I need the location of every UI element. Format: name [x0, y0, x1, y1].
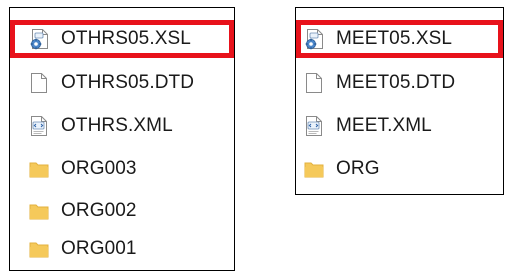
- folder-item-org[interactable]: ORG: [296, 150, 503, 188]
- xsl-file-icon: [304, 27, 324, 51]
- file-item-othrs05-dtd[interactable]: OTHRS05.DTD: [10, 64, 234, 102]
- xml-file-icon: [29, 114, 49, 138]
- file-item-label: OTHRS.XML: [61, 115, 173, 136]
- folder-item-org003[interactable]: ORG003: [10, 150, 234, 188]
- left-file-list: OTHRS05.XSL OTHRS05.DTD OTHRS.XML ORG003…: [9, 7, 235, 271]
- folder-item-label: ORG002: [61, 200, 137, 221]
- file-item-label: OTHRS05.DTD: [61, 72, 195, 93]
- file-item-label: MEET.XML: [336, 115, 432, 136]
- folder-icon: [29, 237, 49, 261]
- blank-file-icon: [29, 71, 49, 95]
- folder-icon: [29, 157, 49, 181]
- file-item-meet05-xsl[interactable]: MEET05.XSL: [296, 20, 503, 58]
- file-item-othrs05-xsl[interactable]: OTHRS05.XSL: [10, 20, 234, 58]
- file-item-othrs-xml[interactable]: OTHRS.XML: [10, 107, 234, 145]
- folder-icon: [304, 157, 324, 181]
- blank-file-icon: [304, 71, 324, 95]
- right-file-list: MEET05.XSL MEET05.DTD MEET.XML ORG: [295, 7, 504, 195]
- folder-item-org002[interactable]: ORG002: [10, 192, 234, 230]
- folder-item-label: ORG003: [61, 158, 137, 179]
- file-item-label: MEET05.DTD: [336, 72, 456, 93]
- file-item-label: MEET05.XSL: [336, 28, 453, 49]
- file-item-meet-xml[interactable]: MEET.XML: [296, 107, 503, 145]
- file-item-meet05-dtd[interactable]: MEET05.DTD: [296, 64, 503, 102]
- folder-icon: [29, 199, 49, 223]
- folder-item-label: ORG: [336, 158, 380, 179]
- xml-file-icon: [304, 114, 324, 138]
- folder-item-org001[interactable]: ORG001: [10, 230, 234, 268]
- folder-item-label: ORG001: [61, 238, 137, 259]
- xsl-file-icon: [29, 27, 49, 51]
- file-item-label: OTHRS05.XSL: [61, 28, 191, 49]
